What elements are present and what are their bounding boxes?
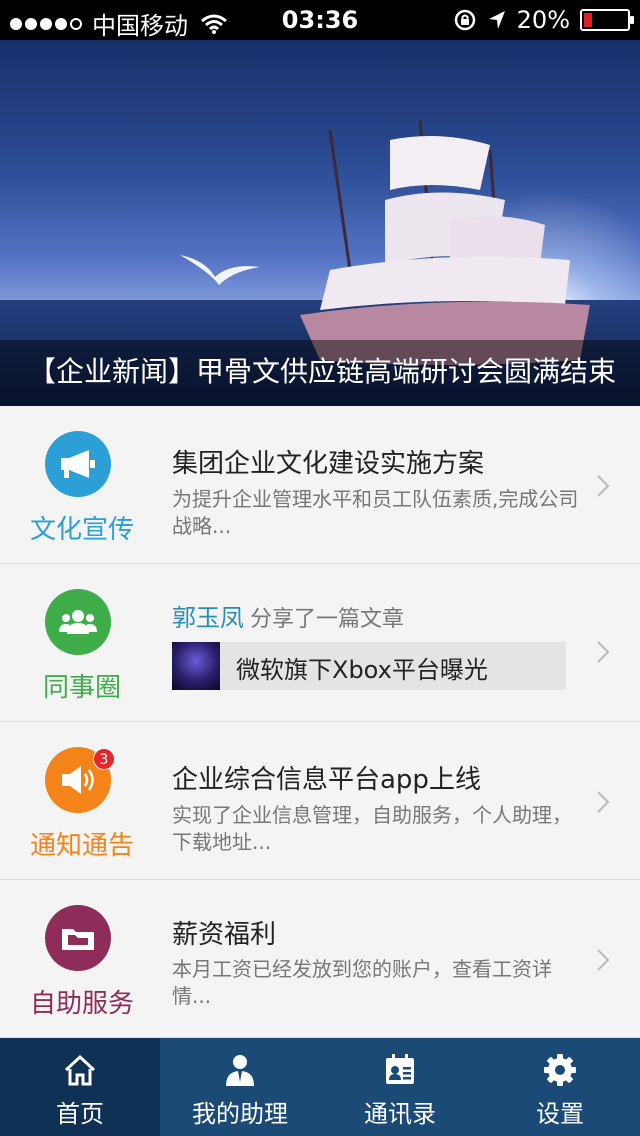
share-line: 郭玉凤 分享了一篇文章	[172, 598, 404, 633]
location-icon	[488, 11, 505, 29]
self-service-category-icon[interactable]	[45, 905, 111, 971]
contacts-icon	[386, 1054, 414, 1084]
item-title[interactable]: 薪资福利	[172, 914, 276, 951]
colleagues-category-icon[interactable]	[45, 589, 111, 655]
tab-settings[interactable]: 设置	[480, 1038, 640, 1136]
category-label[interactable]: 自助服务	[0, 983, 164, 1020]
tab-home[interactable]: 首页	[0, 1038, 160, 1136]
battery-percentage: 20%	[516, 6, 570, 34]
category-label[interactable]: 同事圈	[0, 667, 164, 704]
gear-icon	[544, 1054, 576, 1086]
notification-badge: 3	[93, 748, 115, 770]
battery-icon	[580, 9, 634, 31]
chevron-right-icon[interactable]	[596, 640, 610, 664]
group-icon	[59, 610, 97, 634]
chevron-right-icon[interactable]	[596, 948, 610, 972]
list-item-notices[interactable]: 3 通知通告 企业综合信息平台app上线 实现了企业信息管理，自助服务，个人助理…	[0, 722, 640, 880]
assistant-icon	[226, 1055, 254, 1086]
speaker-icon	[62, 766, 94, 794]
bottom-tab-bar: 首页 我的助理 通讯录 设置	[0, 1038, 640, 1136]
item-title[interactable]: 集团企业文化建设实施方案	[172, 443, 484, 480]
article-thumbnail	[172, 642, 220, 690]
megaphone-icon	[61, 450, 95, 478]
list-item-culture[interactable]: 文化宣传 集团企业文化建设实施方案 为提升企业管理水平和员工队伍素质,完成公司战…	[0, 406, 640, 564]
shared-article-card[interactable]: 微软旗下Xbox平台曝光	[172, 642, 566, 690]
tab-label[interactable]: 首页	[0, 1094, 160, 1129]
item-description: 为提升企业管理水平和员工队伍素质,完成公司战略...	[172, 487, 579, 538]
chevron-right-icon[interactable]	[596, 474, 610, 498]
share-user-name[interactable]: 郭玉凤	[172, 604, 244, 632]
news-banner[interactable]: 【企业新闻】甲骨文供应链高端研讨会圆满结束	[0, 40, 640, 406]
category-label[interactable]: 文化宣传	[0, 509, 164, 546]
tab-assistant[interactable]: 我的助理	[160, 1038, 320, 1136]
tab-contacts[interactable]: 通讯录	[320, 1038, 480, 1136]
banner-caption[interactable]: 【企业新闻】甲骨文供应链高端研讨会圆满结束	[28, 350, 616, 390]
category-label[interactable]: 通知通告	[0, 825, 164, 862]
list-item-self-service[interactable]: 自助服务 薪资福利 本月工资已经发放到您的账户，查看工资详情...	[0, 880, 640, 1038]
tab-label[interactable]: 设置	[480, 1094, 640, 1129]
tab-label[interactable]: 我的助理	[160, 1094, 320, 1129]
list-item-colleagues[interactable]: 同事圈 郭玉凤 分享了一篇文章 微软旗下Xbox平台曝光	[0, 564, 640, 722]
item-description: 本月工资已经发放到您的账户，查看工资详情...	[172, 957, 552, 1008]
folder-icon	[62, 929, 94, 950]
culture-category-icon[interactable]	[45, 431, 111, 497]
home-icon	[64, 1054, 96, 1086]
item-description: 实现了企业信息管理，自助服务，个人助理，下载地址...	[172, 803, 572, 854]
tab-label[interactable]: 通讯录	[320, 1094, 480, 1129]
item-title[interactable]: 企业综合信息平台app上线	[172, 759, 481, 796]
seagull-image	[180, 255, 260, 285]
share-text: 分享了一篇文章	[250, 607, 405, 632]
chevron-right-icon[interactable]	[596, 790, 610, 814]
status-bar: 中国移动 03:36 20%	[0, 0, 640, 40]
article-title[interactable]: 微软旗下Xbox平台曝光	[236, 650, 488, 685]
rotation-lock-icon	[454, 9, 475, 31]
